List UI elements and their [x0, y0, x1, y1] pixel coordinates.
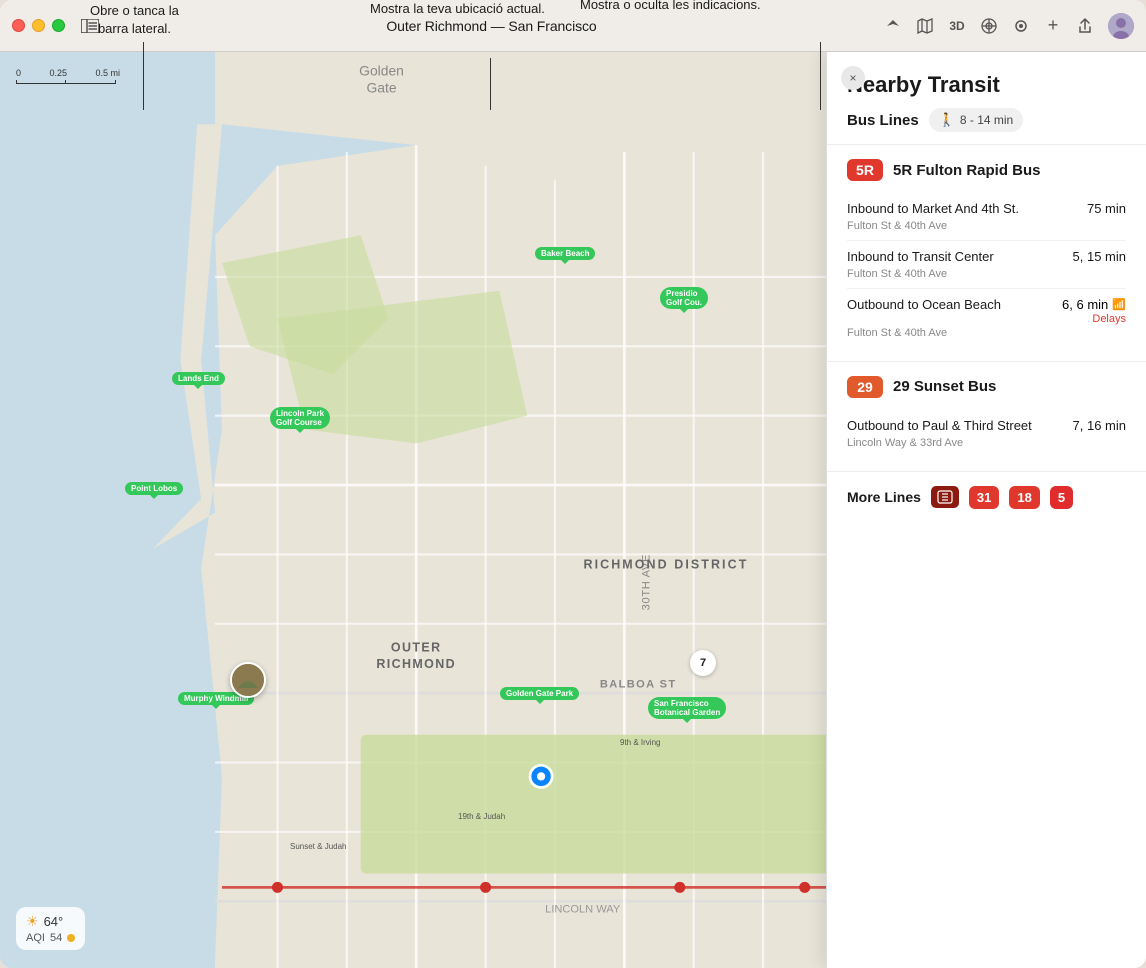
poi-baker-beach[interactable]: Baker Beach — [535, 247, 595, 260]
stop-19th-judah: 19th & Judah — [458, 812, 505, 821]
close-panel-button[interactable]: × — [841, 66, 865, 90]
scale-05: 0.5 mi — [95, 68, 120, 78]
aqi-value: 54 — [50, 932, 62, 944]
stop-direction: Inbound to Transit Center — [847, 249, 1073, 266]
add-icon[interactable]: + — [1044, 17, 1062, 35]
walk-icon: 🚶 — [939, 112, 955, 128]
poi-point-lobos[interactable]: Point Lobos — [125, 482, 183, 495]
walk-time-badge[interactable]: 🚶 8 - 14 min — [929, 108, 1024, 132]
stop-location: Fulton St & 40th Ave — [847, 220, 1126, 232]
map-area[interactable]: BALBOA ST 30TH AVE Golden Gate RICHMOND … — [0, 52, 1146, 968]
bus-5r-name: 5R Fulton Rapid Bus — [893, 162, 1041, 179]
scale-0: 0 — [16, 68, 21, 78]
stop-location: Lincoln Way & 33rd Ave — [847, 437, 1126, 449]
map-number-7[interactable]: 7 — [690, 650, 716, 676]
transit-header: Nearby Transit Bus Lines 🚶 8 - 14 min — [827, 52, 1146, 145]
aqi-label: AQI — [26, 932, 45, 944]
map-icon[interactable] — [916, 17, 934, 35]
stop-sunset-judah: Sunset & Judah — [290, 842, 346, 851]
stop-direction: Inbound to Market And 4th St. — [847, 201, 1087, 218]
transit-title: Nearby Transit — [847, 72, 1126, 98]
poi-lincoln-park[interactable]: Lincoln ParkGolf Course — [270, 407, 330, 429]
more-lines-label: More Lines — [847, 489, 921, 505]
weather-aqi: AQI 54 — [26, 932, 75, 944]
threed-button[interactable]: 3D — [948, 17, 966, 35]
traffic-lights — [12, 19, 65, 32]
maximize-button[interactable] — [52, 19, 65, 32]
bus-lines-label: Bus Lines — [847, 112, 919, 129]
bus-stop-row[interactable]: Outbound to Ocean Beach 6, 6 min 📶 Delay… — [847, 289, 1126, 347]
bus-line-5r-section: 5R 5R Fulton Rapid Bus Inbound to Market… — [827, 145, 1146, 362]
more-lines-badge-31[interactable]: 31 — [969, 486, 999, 509]
poi-lands-end[interactable]: Lands End — [172, 372, 225, 385]
bus-badge-5r: 5R — [847, 159, 883, 181]
more-lines-section: More Lines 31 18 5 — [827, 472, 1146, 523]
window-title: Outer Richmond — San Francisco — [107, 18, 876, 34]
bus-29-header[interactable]: 29 29 Sunset Bus — [847, 376, 1126, 398]
location-icon[interactable] — [884, 17, 902, 35]
stop-time: 7, 16 min — [1073, 418, 1126, 433]
stop-9th-irving: 9th & Irving — [620, 738, 660, 747]
titlebar-actions: 3D + — [884, 13, 1134, 39]
titlebar: Outer Richmond — San Francisco 3D — [0, 0, 1146, 52]
photo-marker[interactable] — [230, 662, 266, 698]
more-lines-badge-icon[interactable] — [931, 486, 959, 508]
close-button[interactable] — [12, 19, 25, 32]
stop-location: Fulton St & 40th Ave — [847, 268, 1126, 280]
poi-golden-gate-park[interactable]: Golden Gate Park — [500, 687, 579, 700]
bus-5r-header[interactable]: 5R 5R Fulton Rapid Bus — [847, 159, 1126, 181]
aqi-dot — [67, 934, 75, 942]
stop-time: 6, 6 min 📶 — [1062, 297, 1126, 312]
minimize-button[interactable] — [32, 19, 45, 32]
poi-botanical-garden[interactable]: San FranciscoBotanical Garden — [648, 697, 726, 719]
temperature-value: 64° — [44, 914, 64, 929]
poi-presidio[interactable]: PresidioGolf Cou. — [660, 287, 708, 309]
delay-badge: Delays — [1092, 313, 1126, 325]
scale-bar: 0 0.25 0.5 mi — [16, 68, 120, 84]
walk-time-value: 8 - 14 min — [960, 113, 1013, 127]
scale-025: 0.25 — [49, 68, 67, 78]
transit-panel: × Nearby Transit Bus Lines 🚶 8 - 14 min … — [826, 52, 1146, 968]
svg-text:Gate: Gate — [367, 79, 397, 95]
bus-stop-row[interactable]: Inbound to Market And 4th St. 75 min Ful… — [847, 193, 1126, 241]
bus-29-name: 29 Sunset Bus — [893, 378, 996, 395]
svg-text:Golden: Golden — [359, 63, 404, 79]
stop-time: 5, 15 min — [1073, 249, 1126, 264]
stop-direction: Outbound to Ocean Beach — [847, 297, 1062, 314]
more-lines-badge-18[interactable]: 18 — [1009, 486, 1039, 509]
bus-line-29-section: 29 29 Sunset Bus Outbound to Paul & Thir… — [827, 362, 1146, 472]
weather-temp: ☀ 64° — [26, 913, 75, 930]
layers-icon[interactable] — [980, 17, 998, 35]
stop-time: 75 min — [1087, 201, 1126, 216]
svg-text:BALBOA ST: BALBOA ST — [600, 679, 677, 691]
sun-icon: ☀ — [26, 913, 39, 930]
stop-location: Fulton St & 40th Ave — [847, 327, 1126, 339]
sidebar-toggle-button[interactable] — [81, 19, 99, 33]
bus-badge-29: 29 — [847, 376, 883, 398]
stop-time-delay: 6, 6 min 📶 Delays — [1062, 297, 1126, 325]
location-current-icon[interactable] — [1012, 17, 1030, 35]
bus-stop-row[interactable]: Inbound to Transit Center 5, 15 min Fult… — [847, 241, 1126, 289]
more-lines-badge-5[interactable]: 5 — [1050, 486, 1073, 509]
weather-badge: ☀ 64° AQI 54 — [16, 907, 85, 950]
transit-filter-row: Bus Lines 🚶 8 - 14 min — [847, 108, 1126, 132]
svg-text:LINCOLN WAY: LINCOLN WAY — [545, 903, 621, 915]
svg-text:RICHMOND: RICHMOND — [376, 657, 456, 671]
svg-text:OUTER: OUTER — [391, 641, 442, 655]
svg-text:RICHMOND DISTRICT: RICHMOND DISTRICT — [583, 557, 748, 571]
delay-signal-icon: 📶 — [1112, 298, 1126, 311]
app-window: Obre o tanca labarra lateral. Mostra la … — [0, 0, 1146, 968]
share-icon[interactable] — [1076, 17, 1094, 35]
avatar[interactable] — [1108, 13, 1134, 39]
bus-stop-row[interactable]: Outbound to Paul & Third Street 7, 16 mi… — [847, 410, 1126, 457]
stop-direction: Outbound to Paul & Third Street — [847, 418, 1073, 435]
